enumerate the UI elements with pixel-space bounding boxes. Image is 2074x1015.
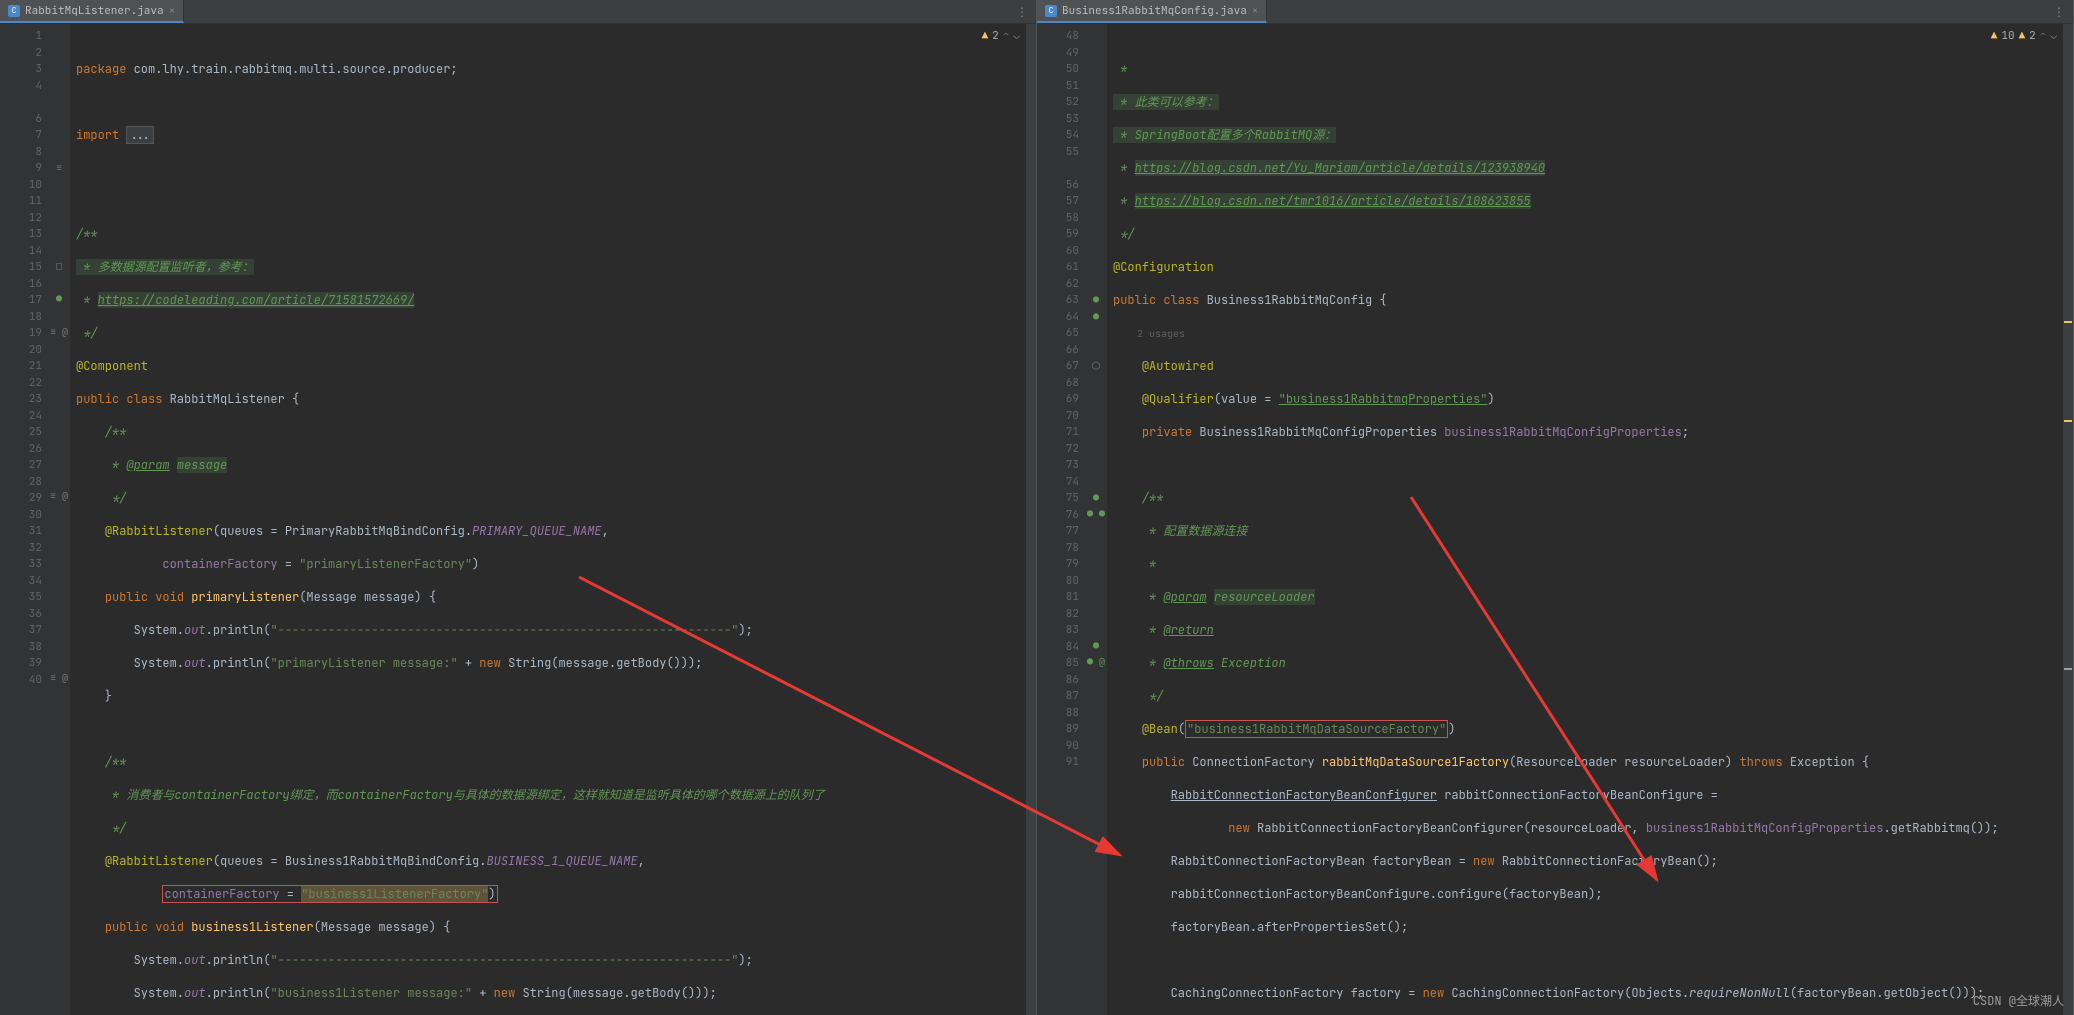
more-icon[interactable]: ⋮ [2053,4,2065,20]
right-gutter: 48 49 50 51 52 53 54 55 56 57 58 59 60 6… [1037,24,1085,1015]
close-icon[interactable]: × [169,4,176,18]
left-gutter: 1 2 3 4 6 7 8 9 10 11 12 13 14 15 16 17 … [0,24,48,1015]
nav-up-icon[interactable]: ⌃ [2040,28,2047,45]
warning-count-2: 2 [2029,28,2036,45]
right-pane: C Business1RabbitMqConfig.java × ⋮ 48 49… [1037,0,2074,1015]
tab-rabbitmqlistener[interactable]: C RabbitMqListener.java × [0,0,184,23]
right-scrollbar[interactable] [2063,24,2073,1015]
nav-down-icon[interactable]: ⌄ [1013,28,1020,45]
warning-icon: ▲ [982,28,989,45]
watermark: CSDN @全球潮人 [1973,992,2064,1009]
tab-label: RabbitMqListener.java [25,4,164,18]
nav-down-icon[interactable]: ⌄ [2050,28,2057,45]
right-tab-bar: C Business1RabbitMqConfig.java × ⋮ [1037,0,2073,24]
right-editor[interactable]: 48 49 50 51 52 53 54 55 56 57 58 59 60 6… [1037,24,2073,1015]
left-pane: C RabbitMqListener.java × ⋮ 1 2 3 4 6 7 … [0,0,1037,1015]
java-class-icon: C [8,5,20,17]
tab-business1rabbitmqconfig[interactable]: C Business1RabbitMqConfig.java × [1037,0,1267,23]
warning-icon: ▲ [1991,28,1998,45]
tab-actions: ⋮ [1016,4,1036,20]
warning-count-1: 10 [2001,28,2014,45]
nav-up-icon[interactable]: ⌃ [1003,28,1010,45]
warning-count: 2 [992,28,999,45]
left-scrollbar[interactable] [1026,24,1036,1015]
tab-label: Business1RabbitMqConfig.java [1062,4,1247,18]
left-warnings[interactable]: ▲ 2 ⌃ ⌄ [982,28,1020,45]
warning-icon: ▲ [2019,28,2026,45]
right-gutter-marks: ● ● ⬡ ● ● ● ● ● @ [1085,24,1107,1015]
right-warnings[interactable]: ▲ 10 ▲ 2 ⌃ ⌄ [1991,28,2057,45]
left-tab-bar: C RabbitMqListener.java × ⋮ [0,0,1036,24]
right-code[interactable]: ▲ 10 ▲ 2 ⌃ ⌄ * * 此类可以参考： * SpringBoot配置多… [1107,24,2073,1015]
left-code[interactable]: ▲ 2 ⌃ ⌄ package com.lhy.train.rabbitmq.m… [70,24,1036,1015]
split-editor: C RabbitMqListener.java × ⋮ 1 2 3 4 6 7 … [0,0,2074,1015]
left-gutter-marks: ≡ □ ● ≡ @ ≡ @ ≡ @ [48,24,70,1015]
left-editor[interactable]: 1 2 3 4 6 7 8 9 10 11 12 13 14 15 16 17 … [0,24,1036,1015]
close-icon[interactable]: × [1252,4,1259,18]
java-class-icon: C [1045,5,1057,17]
more-icon[interactable]: ⋮ [1016,4,1028,20]
tab-actions: ⋮ [2053,4,2073,20]
